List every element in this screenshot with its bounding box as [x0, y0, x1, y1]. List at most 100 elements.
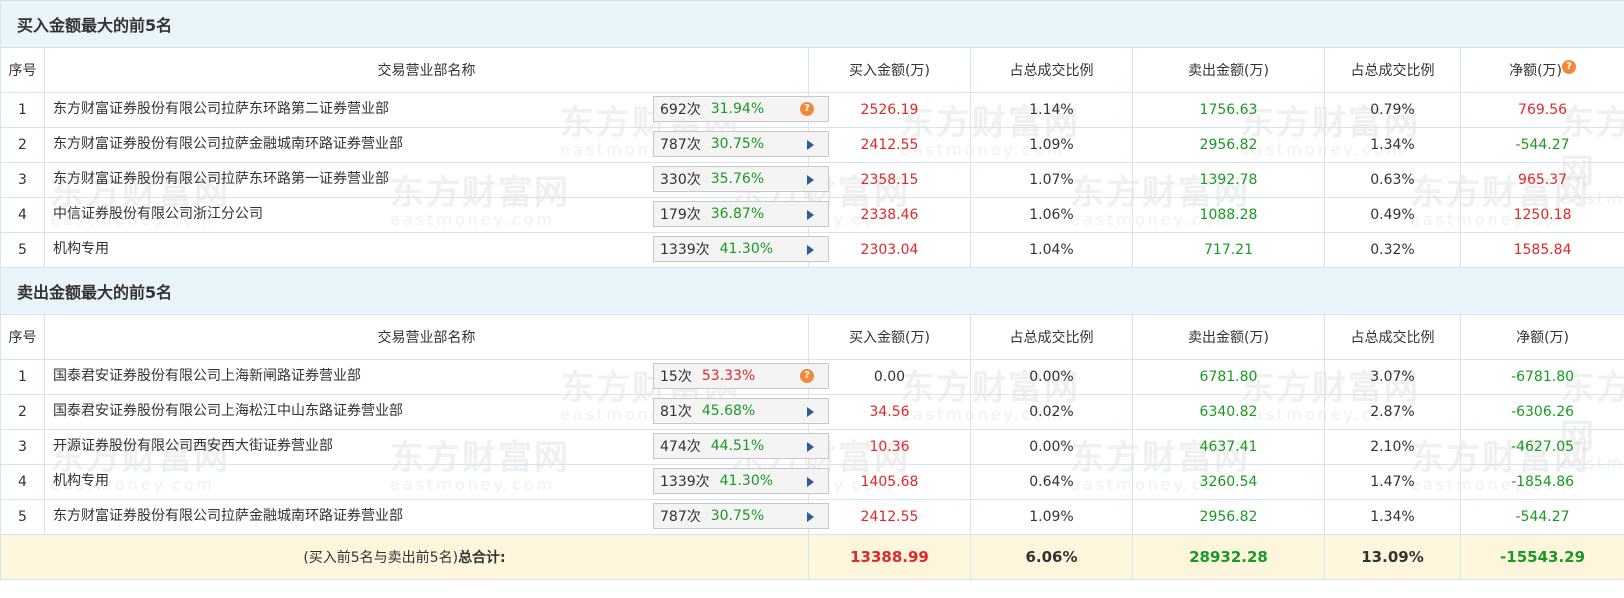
history-badge[interactable]: 1339次 41.30%	[653, 236, 829, 262]
play-arrow-icon[interactable]	[807, 210, 814, 220]
question-icon[interactable]: ?	[800, 102, 814, 116]
appearance-count: 330次	[660, 172, 701, 188]
buy-amount: 10.36	[808, 429, 971, 465]
row-index: 4	[0, 464, 45, 500]
net-amount: -544.27	[1459, 499, 1624, 535]
play-arrow-icon[interactable]	[807, 140, 814, 150]
table-row: 2 东方财富证券股份有限公司拉萨金融城南环路证券营业部 787次 30.75% 2412…	[0, 127, 1624, 163]
buy-amount: 0.00	[808, 359, 971, 395]
header-sell-ratio: 占总成交比例	[1324, 314, 1461, 360]
total-label: (买入前5名与卖出前5名)总合计:	[0, 534, 809, 580]
branch-name-link[interactable]: 机构专用	[53, 473, 109, 489]
appearance-count: 1339次	[660, 242, 710, 258]
row-index: 1	[0, 92, 45, 128]
total-label-prefix: (买入前5名与卖出前5名)	[303, 550, 459, 566]
table-row: 3 开源证券股份有限公司西安西大街证券营业部 474次 44.51% 10.36 0.00…	[0, 429, 1624, 465]
table-row: 4 中信证券股份有限公司浙江分公司 179次 36.87% 2338.46 1.06% 10…	[0, 197, 1624, 233]
header-sell-amount: 卖出金额(万)	[1132, 314, 1325, 360]
history-badge[interactable]: 787次 30.75%	[653, 131, 829, 157]
branch-cell: 开源证券股份有限公司西安西大街证券营业部 474次 44.51%	[44, 429, 829, 465]
sell-amount: 6340.82	[1132, 394, 1325, 430]
branch-name-link[interactable]: 中信证券股份有限公司浙江分公司	[53, 206, 263, 222]
sell-section-title: 卖出金额最大的前5名	[0, 267, 1624, 315]
dragon-tiger-table: 买入金额最大的前5名 序号 交易营业部名称 买入金额(万) 占总成交比例 卖出金…	[0, 0, 1624, 580]
play-arrow-icon[interactable]	[807, 407, 814, 417]
win-rate: 36.87%	[710, 206, 765, 222]
history-badge[interactable]: 330次 35.76%	[653, 166, 829, 192]
buy-ratio: 0.02%	[970, 394, 1133, 430]
play-arrow-icon[interactable]	[807, 512, 814, 522]
header-buy-amount: 买入金额(万)	[808, 47, 971, 93]
history-badge[interactable]: 179次 36.87%	[653, 201, 829, 227]
buy-ratio: 1.04%	[970, 232, 1133, 268]
table-row: 1 东方财富证券股份有限公司拉萨东环路第二证券营业部 692次 31.94%? 2526…	[0, 92, 1624, 128]
header-net-amount: 净额(万)?	[1459, 47, 1624, 93]
branch-name-link[interactable]: 东方财富证券股份有限公司拉萨金融城南环路证券营业部	[53, 508, 403, 524]
sell-amount: 1392.78	[1132, 162, 1325, 198]
sell-amount: 717.21	[1132, 232, 1325, 268]
header-branch-name: 交易营业部名称	[44, 314, 809, 360]
win-rate: 44.51%	[710, 438, 765, 454]
net-amount: 769.56	[1459, 92, 1624, 128]
appearance-count: 1339次	[660, 474, 710, 490]
total-sell-ratio: 13.09%	[1324, 534, 1461, 580]
sell-amount: 1756.63	[1132, 92, 1325, 128]
branch-cell: 东方财富证券股份有限公司拉萨金融城南环路证券营业部 787次 30.75%	[44, 499, 829, 535]
row-index: 2	[0, 394, 45, 430]
branch-cell: 机构专用 1339次 41.30%	[44, 232, 829, 268]
branch-cell: 东方财富证券股份有限公司拉萨东环路第二证券营业部 692次 31.94%?	[44, 92, 829, 128]
play-arrow-icon[interactable]	[807, 442, 814, 452]
buy-amount: 2412.55	[808, 127, 971, 163]
branch-name-link[interactable]: 国泰君安证券股份有限公司上海新闸路证券营业部	[53, 368, 361, 384]
sell-amount: 2956.82	[1132, 499, 1325, 535]
net-amount: -6781.80	[1459, 359, 1624, 395]
history-badge[interactable]: 1339次 41.30%	[653, 468, 829, 494]
buy-ratio: 1.09%	[970, 499, 1133, 535]
history-badge[interactable]: 692次 31.94%?	[653, 96, 829, 122]
total-buy: 13388.99	[808, 534, 971, 580]
buy-ratio: 0.00%	[970, 359, 1133, 395]
history-badge[interactable]: 81次 45.68%	[653, 398, 829, 424]
branch-name-link[interactable]: 东方财富证券股份有限公司拉萨金融城南环路证券营业部	[53, 136, 403, 152]
question-icon[interactable]: ?	[800, 369, 814, 383]
buy-amount: 1405.68	[808, 464, 971, 500]
buy-header-row: 序号 交易营业部名称 买入金额(万) 占总成交比例 卖出金额(万) 占总成交比例…	[0, 47, 1624, 93]
buy-amount: 34.56	[808, 394, 971, 430]
play-arrow-icon[interactable]	[807, 477, 814, 487]
net-amount: -4627.05	[1459, 429, 1624, 465]
buy-ratio: 1.06%	[970, 197, 1133, 233]
net-amount: -6306.26	[1459, 394, 1624, 430]
sell-ratio: 0.32%	[1324, 232, 1461, 268]
buy-ratio: 1.07%	[970, 162, 1133, 198]
header-sell-amount: 卖出金额(万)	[1132, 47, 1325, 93]
header-index: 序号	[0, 314, 45, 360]
branch-name-link[interactable]: 开源证券股份有限公司西安西大街证券营业部	[53, 438, 333, 454]
buy-section-title: 买入金额最大的前5名	[0, 0, 1624, 48]
table-row: 3 东方财富证券股份有限公司拉萨东环路第一证券营业部 330次 35.76% 2358.…	[0, 162, 1624, 198]
appearance-count: 474次	[660, 439, 701, 455]
history-badge[interactable]: 787次 30.75%	[653, 503, 829, 529]
appearance-count: 692次	[660, 102, 701, 118]
net-amount: -1854.86	[1459, 464, 1624, 500]
win-rate: 53.33%	[701, 368, 756, 384]
history-badge[interactable]: 15次 53.33%?	[653, 363, 829, 389]
history-badge[interactable]: 474次 44.51%	[653, 433, 829, 459]
help-icon[interactable]: ?	[1562, 60, 1577, 74]
play-arrow-icon[interactable]	[807, 175, 814, 185]
table-row: 1 国泰君安证券股份有限公司上海新闸路证券营业部 15次 53.33%? 0.00 0.0…	[0, 359, 1624, 395]
sell-amount: 3260.54	[1132, 464, 1325, 500]
total-row: (买入前5名与卖出前5名)总合计: 13388.99 6.06% 28932.2…	[0, 534, 1624, 580]
branch-name-link[interactable]: 机构专用	[53, 241, 109, 257]
play-arrow-icon[interactable]	[807, 245, 814, 255]
win-rate: 30.75%	[710, 136, 765, 152]
branch-name-link[interactable]: 国泰君安证券股份有限公司上海松江中山东路证券营业部	[53, 403, 403, 419]
appearance-count: 787次	[660, 509, 701, 525]
row-index: 3	[0, 429, 45, 465]
branch-name-link[interactable]: 东方财富证券股份有限公司拉萨东环路第一证券营业部	[53, 171, 389, 187]
header-net-label: 净额(万)	[1509, 63, 1563, 79]
branch-name-link[interactable]: 东方财富证券股份有限公司拉萨东环路第二证券营业部	[53, 101, 389, 117]
row-index: 3	[0, 162, 45, 198]
win-rate: 31.94%	[710, 101, 765, 117]
win-rate: 41.30%	[719, 473, 774, 489]
sell-ratio: 0.79%	[1324, 92, 1461, 128]
